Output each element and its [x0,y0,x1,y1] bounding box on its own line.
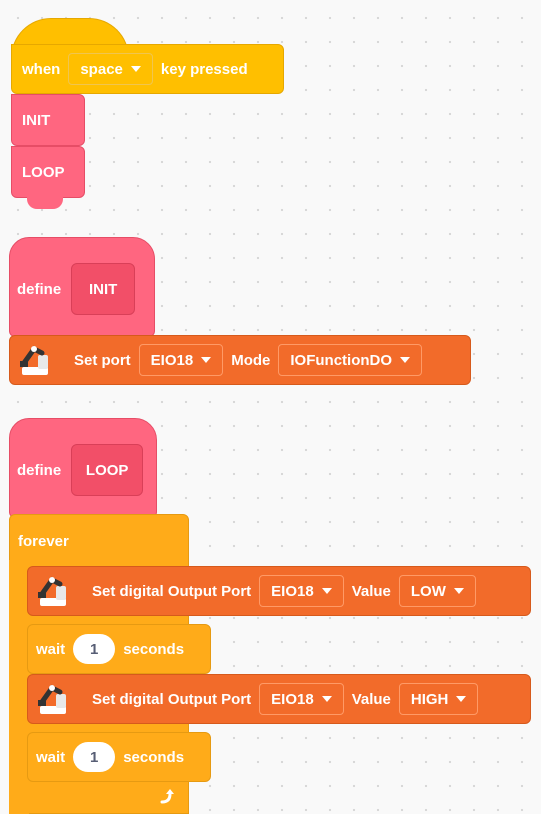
set-port-label: Set port [74,351,131,369]
define-init-block[interactable]: define INIT [9,262,155,316]
chevron-down-icon [321,696,332,702]
robot-arm-icon [38,576,66,606]
set-output-label: Set digital Output Port [92,690,252,708]
set-digital-output-high-block[interactable]: Set digital Output Port EIO18 Value HIGH [27,674,531,724]
wait-block-1[interactable]: wait 1 seconds [27,624,211,674]
port-dropdown[interactable]: EIO18 [138,344,224,376]
wait-seconds-input[interactable]: 1 [73,742,116,772]
key-dropdown-value: space [80,60,123,78]
chevron-down-icon [400,357,411,363]
seconds-label: seconds [123,748,185,766]
mode-dropdown[interactable]: IOFunctionDO [278,344,423,376]
chevron-down-icon [321,588,332,594]
port-dropdown-value: EIO18 [150,351,194,369]
value-label: Value [351,582,391,600]
output-port-value: EIO18 [271,690,314,708]
call-loop-block[interactable]: LOOP [11,146,85,198]
chevron-down-icon [456,696,467,702]
set-output-label: Set digital Output Port [92,582,252,600]
define-init-name: INIT [89,280,118,298]
output-value-dropdown[interactable]: LOW [398,575,476,607]
output-port-dropdown[interactable]: EIO18 [259,683,344,715]
output-value: LOW [410,582,446,600]
wait-block-2[interactable]: wait 1 seconds [27,732,211,782]
seconds-label: seconds [123,640,185,658]
wait-seconds-input[interactable]: 1 [73,634,116,664]
chevron-down-icon [453,588,464,594]
mode-dropdown-value: IOFunctionDO [290,351,393,369]
loop-arrow-icon [160,789,174,804]
output-value-dropdown[interactable]: HIGH [398,683,479,715]
define-init-prototype: INIT [71,263,136,315]
call-init-label: INIT [22,111,51,129]
output-port-dropdown[interactable]: EIO18 [259,575,344,607]
when-label: when [22,60,61,78]
block-bottom-notch [27,197,63,209]
call-init-block[interactable]: INIT [11,94,85,146]
define-loop-prototype: LOOP [71,444,144,496]
output-port-value: EIO18 [271,582,314,600]
value-label: Value [351,690,391,708]
key-pressed-label: key pressed [160,60,248,78]
wait-label: wait [36,640,66,658]
forever-inner-arm [9,560,29,814]
set-port-block[interactable]: Set port EIO18 Mode IOFunctionDO [9,335,471,385]
output-value: HIGH [410,690,449,708]
mode-label: Mode [231,351,271,369]
robot-arm-icon [38,684,66,714]
call-loop-label: LOOP [22,163,65,181]
chevron-down-icon [130,66,141,72]
define-init-label: define [17,280,62,298]
chevron-down-icon [201,357,212,363]
forever-label: forever [18,533,69,550]
define-loop-name: LOOP [85,461,129,479]
define-loop-label: define [17,461,62,479]
define-loop-block[interactable]: define LOOP [9,443,157,497]
wait-label: wait [36,748,66,766]
set-digital-output-low-block[interactable]: Set digital Output Port EIO18 Value LOW [27,566,531,616]
key-dropdown[interactable]: space [68,53,153,85]
robot-arm-icon [20,345,48,375]
when-key-pressed-block[interactable]: when space key pressed [11,44,284,94]
